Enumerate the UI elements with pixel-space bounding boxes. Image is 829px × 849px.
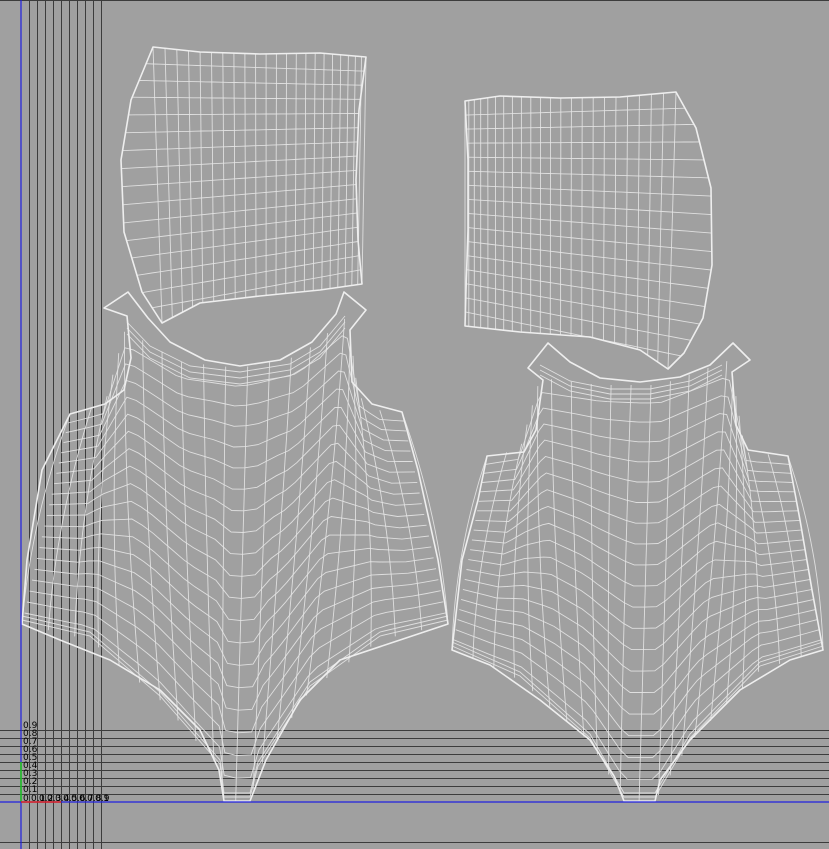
wire-column: [592, 97, 594, 338]
v-tick-label: 0.9: [23, 721, 38, 731]
viewport-background: [0, 0, 829, 849]
origin-label: 0: [23, 794, 29, 804]
uv-editor-viewport[interactable]: 0 0.1 0.2 0.3 0.4 0.5 0.6 0.7 0.8 0.9 1 0.1 0.2 0.3 0.…: [0, 0, 829, 849]
u-tick-label: 1: [103, 794, 109, 804]
uv-canvas[interactable]: 0 0.10.20.30.40.50.60.70.80.910.10.20.30.…: [0, 0, 829, 849]
